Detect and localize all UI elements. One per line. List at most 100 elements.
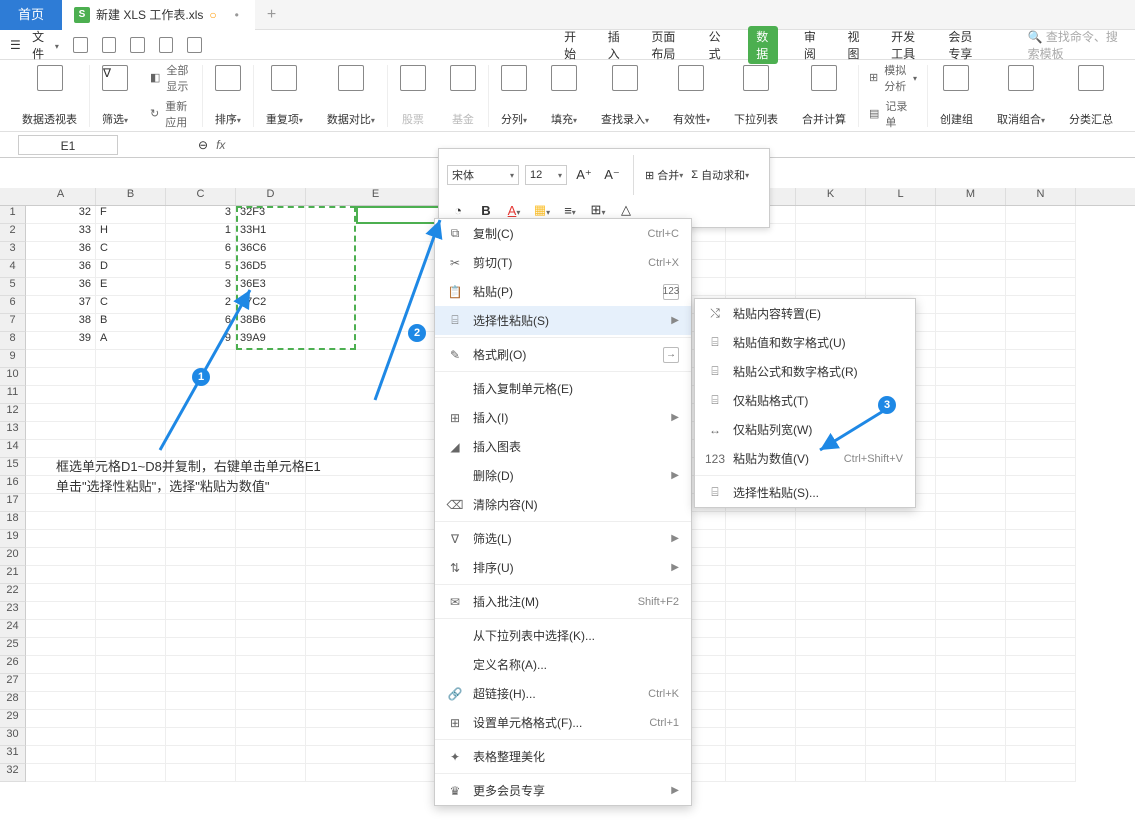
cell[interactable]	[96, 728, 166, 746]
row-header[interactable]: 9	[0, 350, 26, 368]
cell[interactable]	[866, 260, 936, 278]
ctx-from-dropdown[interactable]: 从下拉列表中选择(K)...	[435, 621, 691, 650]
cell[interactable]	[936, 458, 1006, 476]
cell[interactable]	[1006, 656, 1076, 674]
zoom-out-icon[interactable]: ⊖	[198, 138, 208, 152]
cell[interactable]	[306, 566, 446, 584]
cell[interactable]: C	[96, 242, 166, 260]
column-header[interactable]: C	[166, 188, 236, 205]
cell[interactable]	[936, 314, 1006, 332]
cell[interactable]	[26, 728, 96, 746]
cell[interactable]	[236, 674, 306, 692]
cell[interactable]	[726, 764, 796, 782]
undo-icon[interactable]	[159, 37, 174, 53]
column-header[interactable]: D	[236, 188, 306, 205]
cell[interactable]	[1006, 314, 1076, 332]
cell[interactable]: E	[96, 278, 166, 296]
cell[interactable]	[866, 620, 936, 638]
cell[interactable]	[96, 404, 166, 422]
cell[interactable]	[96, 638, 166, 656]
cell[interactable]	[936, 260, 1006, 278]
row-header[interactable]: 1	[0, 206, 26, 224]
tab-insert[interactable]: 插入	[604, 26, 626, 64]
record-form[interactable]: ▤记录单	[869, 98, 917, 130]
cell[interactable]	[936, 224, 1006, 242]
cell[interactable]	[236, 404, 306, 422]
preview-icon[interactable]	[130, 37, 145, 53]
cell[interactable]	[936, 476, 1006, 494]
cell[interactable]	[26, 386, 96, 404]
row-header[interactable]: 6	[0, 296, 26, 314]
cell[interactable]	[796, 566, 866, 584]
row-header[interactable]: 28	[0, 692, 26, 710]
font-size-select[interactable]: 12	[525, 165, 567, 185]
cell[interactable]: 3	[166, 278, 236, 296]
row-header[interactable]: 26	[0, 656, 26, 674]
cell[interactable]	[1006, 206, 1076, 224]
cell[interactable]	[796, 710, 866, 728]
cell[interactable]	[796, 278, 866, 296]
cell[interactable]	[726, 728, 796, 746]
ctx-format-painter[interactable]: ✎格式刷(O)→	[435, 340, 691, 369]
cell[interactable]	[726, 548, 796, 566]
cell[interactable]: 3	[166, 206, 236, 224]
cell[interactable]	[1006, 620, 1076, 638]
compare-label[interactable]: 数据对比	[327, 111, 375, 127]
cell[interactable]	[306, 260, 446, 278]
consolidate-icon[interactable]	[811, 65, 837, 91]
cell[interactable]	[306, 386, 446, 404]
cell[interactable]	[796, 584, 866, 602]
cell[interactable]	[936, 584, 1006, 602]
row-header[interactable]: 23	[0, 602, 26, 620]
cell[interactable]	[166, 404, 236, 422]
cell[interactable]: B	[96, 314, 166, 332]
cell[interactable]: 36	[26, 278, 96, 296]
cell[interactable]	[96, 692, 166, 710]
cell[interactable]	[726, 584, 796, 602]
cell[interactable]	[726, 710, 796, 728]
cell[interactable]	[306, 422, 446, 440]
cell[interactable]	[166, 530, 236, 548]
ctx-clear[interactable]: ⌫清除内容(N)	[435, 490, 691, 519]
cell[interactable]	[1006, 764, 1076, 782]
cell[interactable]	[1006, 422, 1076, 440]
row-header[interactable]: 24	[0, 620, 26, 638]
cell[interactable]	[936, 278, 1006, 296]
cell[interactable]	[26, 692, 96, 710]
fill-label[interactable]: 填充	[551, 111, 577, 127]
cell[interactable]: 6	[166, 314, 236, 332]
validity-label[interactable]: 有效性	[673, 111, 710, 127]
cell[interactable]	[26, 404, 96, 422]
cell[interactable]	[1006, 530, 1076, 548]
cell[interactable]	[866, 584, 936, 602]
cell[interactable]	[936, 674, 1006, 692]
row-header[interactable]: 11	[0, 386, 26, 404]
cell[interactable]	[1006, 332, 1076, 350]
cell[interactable]	[166, 620, 236, 638]
sort-label[interactable]: 排序	[215, 111, 241, 127]
cell[interactable]	[306, 584, 446, 602]
cell[interactable]	[936, 764, 1006, 782]
ctx-format-cell[interactable]: ⊞设置单元格格式(F)...Ctrl+1	[435, 708, 691, 737]
cell[interactable]	[726, 620, 796, 638]
cell[interactable]	[166, 602, 236, 620]
cell[interactable]	[306, 242, 446, 260]
split-icon[interactable]	[501, 65, 527, 91]
cell[interactable]	[796, 548, 866, 566]
ctx-more-vip[interactable]: ♛更多会员专享▶	[435, 776, 691, 805]
cell[interactable]	[1006, 548, 1076, 566]
row-header[interactable]: 4	[0, 260, 26, 278]
cell[interactable]: A	[96, 332, 166, 350]
cell[interactable]	[1006, 584, 1076, 602]
cell[interactable]	[1006, 296, 1076, 314]
cell[interactable]	[866, 512, 936, 530]
cell[interactable]	[166, 386, 236, 404]
cell[interactable]	[26, 746, 96, 764]
cell[interactable]	[236, 548, 306, 566]
cell[interactable]	[166, 746, 236, 764]
cell[interactable]: 36C6	[236, 242, 306, 260]
cell[interactable]	[1006, 476, 1076, 494]
cell[interactable]	[96, 674, 166, 692]
cell[interactable]	[1006, 494, 1076, 512]
row-header[interactable]: 13	[0, 422, 26, 440]
